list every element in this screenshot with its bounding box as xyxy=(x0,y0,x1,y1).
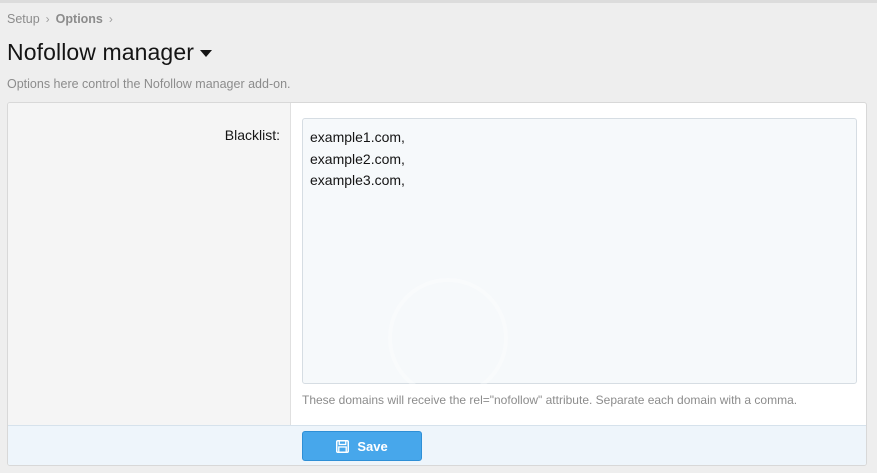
save-icon xyxy=(336,439,350,453)
title-row: Nofollow manager xyxy=(7,39,212,66)
watermark-logo xyxy=(388,278,508,398)
chevron-right-icon: › xyxy=(108,12,113,26)
breadcrumb: Setup › Options › xyxy=(7,12,119,26)
blacklist-label: Blacklist: xyxy=(224,127,280,143)
breadcrumb-item-options[interactable]: Options xyxy=(56,12,103,26)
blacklist-explain: These domains will receive the rel="nofo… xyxy=(302,393,798,407)
admin-page: Setup › Options › Nofollow manager Optio… xyxy=(0,0,877,473)
chevron-right-icon: › xyxy=(45,12,50,26)
page-title: Nofollow manager xyxy=(7,39,194,65)
save-button-label: Save xyxy=(357,438,388,454)
page-description: Options here control the Nofollow manage… xyxy=(7,77,291,91)
caret-down-icon[interactable] xyxy=(199,50,212,57)
blacklist-textarea[interactable]: example1.com, example2.com, example3.com… xyxy=(302,118,857,384)
breadcrumb-item-setup[interactable]: Setup xyxy=(7,12,40,26)
save-button[interactable]: Save xyxy=(302,431,422,461)
submit-bar: Save xyxy=(8,425,866,465)
options-form: Blacklist: example1.com, example2.com, e… xyxy=(7,102,867,466)
label-column: Blacklist: xyxy=(8,103,291,425)
